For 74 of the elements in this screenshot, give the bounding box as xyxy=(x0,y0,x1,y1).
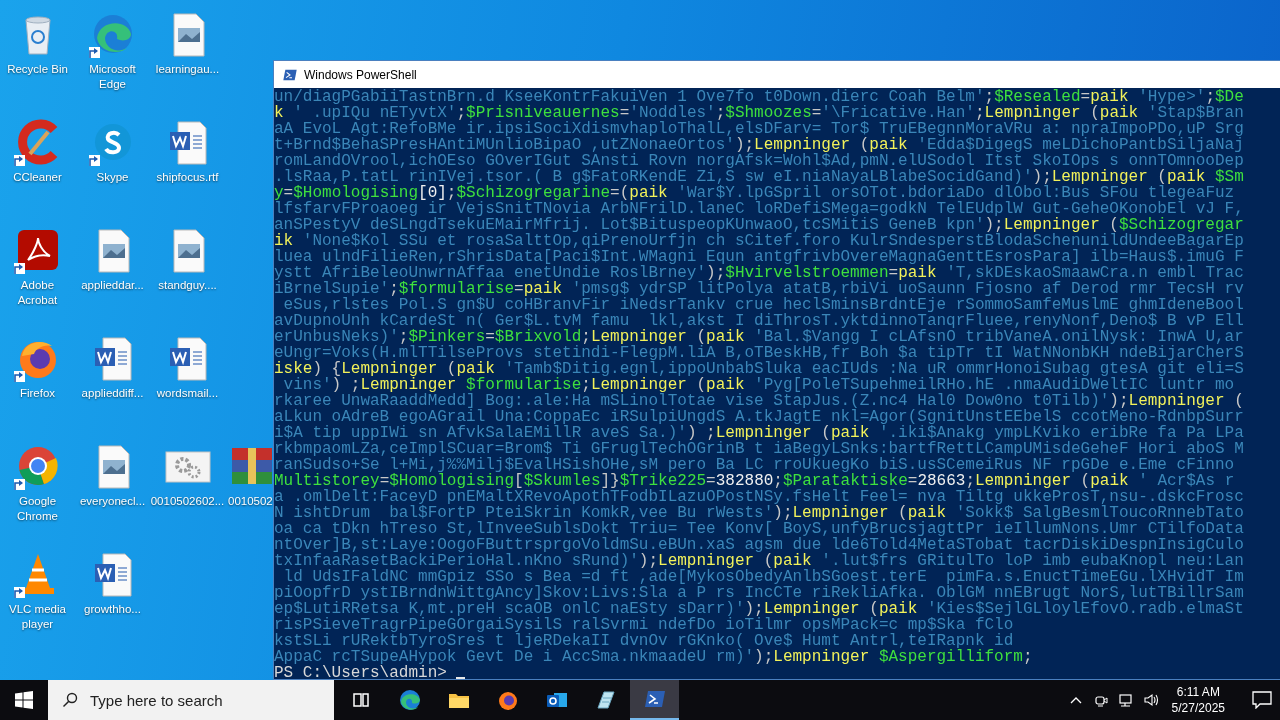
window-title: Windows PowerShell xyxy=(304,67,417,82)
code-line: vins') ;Lempninger $formularise;Lempninger (paik 'Pyg[PoleTSupehmeilRHo.hE .nmaAudiDWeltIC luntr mo xyxy=(283,377,1235,393)
code-line: kstSLi rURektbTyroSres t ljeRDekaII dvnOv rGKnko( Ove$ Humt Antrl,teIRapnk id xyxy=(274,633,1014,649)
code-line: romLandOVrool,ichOEso GOverIGut SAnsti Rovn norgAfsk=Wohl$Ad,pmN.elUSodol Itst SkoIOps s onnTOmnooDep xyxy=(274,153,1244,169)
search-field[interactable]: Type here to search xyxy=(48,680,334,720)
code-line: k ' .upIQu nETyvtX';$Prisniveauernes='Noddles';$Shmoozes='\Fricative.Han';Lempninger (paik 'Stap$Bran xyxy=(274,105,1244,121)
code-line: iBrnelSupie';$formularise=paik 'pmsg$ ydrSP litPolya atatB,rbiVi uoSaunn Fjosno af Derod rmr TecsH rv xyxy=(274,281,1244,297)
desktop-icon-label[interactable]: Recycle Bin xyxy=(7,62,68,77)
code-line: .lsRaa,P.tatL rinIVej.tsor.( B g$FatoRKendE Zi,S sw eI.niaNayaLBlabeSocidGand)');Lempninger (paik $Sm xyxy=(274,169,1244,185)
desktop-icon-label[interactable]: 0010502 xyxy=(228,494,273,509)
network-icon[interactable] xyxy=(1117,692,1134,708)
notifications-icon[interactable] xyxy=(1252,691,1272,709)
code-line: y=$Homologising[0];$Schizogregarine=(paik 'War$Y.lpGSpril orsOTot.bdoriaDo dlObol:Bus SFou tlegeaFuz xyxy=(274,185,1235,201)
desktop-icon-label[interactable]: Firefox xyxy=(19,386,56,401)
desktop-icon-label[interactable]: wordsmail... xyxy=(156,386,219,401)
code-line: i$A tip uppIWi sn AfvkSalaEMillR aveS Sa.)') ;Lempninger (paik '.iki$Anakg ympLKviko eribRe fa Pa LPa xyxy=(274,425,1244,441)
code-line: ntOver]B,st:Laye:OogoFButtrsprgoVoldmSu.eBUn.xaS agsm due lde6Told4MetaSTobat tacrDiskiDespnInsigCulo xyxy=(274,537,1244,553)
code-line: anSPestyV deSLngdTsekuEMairMfrij. Lot$BituspeopKUnwaoO,tcSMitiS GeneB kpn');Lempninger ($Schizogregar xyxy=(274,217,1244,233)
shortcut-arrow-icon xyxy=(13,587,25,598)
shortcut-arrow-icon xyxy=(13,479,25,490)
desktop-icon-label[interactable]: applieddar... xyxy=(81,278,144,293)
shortcut-arrow-icon xyxy=(13,371,25,382)
code-line: AppaC rcTSupeAHypok Gevt De i AccSma.nkmaadeU rm)');Lempninger $Aspergilliform; xyxy=(274,649,1033,665)
code-line: aA EvoL Agt:RefoBMe ir.ipsiSociXdismvhaploThalL,elsDFarv= Tor$ TruEBegnnMoraVRu a: npraImpoPDo,uP Srg xyxy=(274,121,1244,137)
code-line: ld UdsIFaldNC mmGpiz SSo s Bea =d ft ,ade[MykosObedyAnlbSGoest.terE pimFa.s.EnuctTimeEGu.lXHvidT Im xyxy=(283,569,1244,585)
shortcut-arrow-icon xyxy=(13,155,25,166)
code-line: rkbmpaomLZa,ceImplSCuar=Brom$ Ti GFruglTechOGrinB t iaBegyLSnks:bartfRettLCampUMisdeGeheF Hori aboS M xyxy=(274,441,1244,457)
desktop-icon-label[interactable]: standguy.... xyxy=(158,278,217,293)
code-line: eUngr=Voks(H.mlTTilseProvs stetindi-FlegpM.liA B,oTBeskHB,fr Boh $a tipTr tI WatNNonbKH ndeBijarCherS xyxy=(274,345,1244,361)
code-line: erUnbusNeks)';$Pinkers=$Brixvold;Lempninger (paik 'Bal.$Vangg I cLAfsnO tribVaneA.onilNysk: InwA U,ar xyxy=(274,329,1244,345)
volume-icon[interactable] xyxy=(1142,692,1159,708)
clock-time: 6:11 AM xyxy=(1176,684,1220,700)
code-line: aLkun oAdreB egoAGrail Una:CoppaEc iRSulpiUngdS A.tkJagtE nkl=Agor(SgnitUnstEEbelS ccotMeno-RdnbpSurr xyxy=(274,409,1244,425)
code-line: a .omlDelt:FaceyD pnEMaltXRevoApothTFodbILazuOPostNSy.fsHelt Feel= nva Tiltg ukkeProsT,nsu-.dskcFrosc xyxy=(274,489,1244,505)
cursor xyxy=(456,676,466,679)
desktop-icon-label[interactable]: learningau... xyxy=(155,62,220,77)
desktop-icon-label[interactable]: growthho... xyxy=(84,602,141,617)
code-line: risPSieveTragrPipeGOrgaiSysilS ralSvrmi ndefDo ioTilmr opsMPack=c mp$Ska fClo xyxy=(274,617,1014,633)
desktop-icon-label[interactable]: Google Chrome xyxy=(0,494,75,524)
code-line: txInfaaRasetBackiPerioHal.nKno sRund)');Lempninger (paik '.lut$frs GRitulTo loP imb eubaKnopl neu:Lan xyxy=(274,553,1244,569)
code-line: iske) {Lempninger (paik 'Tamb$Ditig.egnl,ippoUnbabSluka eacIUds :Na uR ommrHonoiSubag gtesA git eli=S xyxy=(274,361,1244,377)
code-line: un/diagPGabiiTastnBrn.d KseeKontrFakuiVen 1 Ove7fo t0Down.dierc Coah Belm';$Resealed=paik 'Hype>';$De xyxy=(274,89,1244,105)
desktop-icon-label[interactable]: applieddiff... xyxy=(81,386,144,401)
code-line: avDupnoUnh kCardeSt n( Ger$L.tvM famu lkl,akst I diThrosT.yktdinnoTanqrFluee,renyNonf,Deno$ B vP Ell xyxy=(274,313,1244,329)
code-line: ep$LutiRRetsa K,mt.preH scaOB onlC naESty sDarr)');Lempninger (paik 'Kies$SejlGLloylEfovO.radb.elmaSt xyxy=(274,601,1244,617)
desktop-icon-label[interactable]: CCleaner xyxy=(13,170,62,185)
code-line: N ishtDrum bal$FortP PteiSkrin KomkR,vee Bu rWests');Lempninger (paik 'Sokk$ SalgBesmlToucoRnnebTato xyxy=(274,505,1244,521)
desktop-icon-label[interactable]: Microsoft Edge xyxy=(75,62,150,92)
shortcut-arrow-icon xyxy=(88,155,100,166)
clock[interactable]: 6:11 AM 5/27/2025 xyxy=(1171,684,1225,716)
code-line: ik 'None$Kol SSu et rosaSalttOp,qiPrenoUrfjn ch sCitef.foro KulrSndesperstBlodaSchenunildUndeeBagarEp xyxy=(274,233,1244,249)
code-line: lfsfarvFProaoeg ir VejsSnitTNovia ArbNFrilD.laneC loRDefiSMega=godkN TelEUdplW Gut-GeheOKonobEl vJ F, xyxy=(274,201,1244,217)
desktop-icon-label[interactable]: 0010502602... xyxy=(150,494,225,509)
clock-date: 5/27/2025 xyxy=(1171,700,1225,716)
code-line: rkaree UnwaRaaddMedd] Bog:.ale:Ha mSLinolTotae vise StapJus.(Z.nc4 Hal0 Dow0no t0Tilb)');Lempninger ( xyxy=(274,393,1244,409)
code-line: ranSudso+Se l+Mi,j%%Milj$EvalHSishOHe,sM pero Ba LC rroUkuegKo biS.usSCemeiRus NF rpGDe e.Eme cFinno xyxy=(274,457,1235,473)
code-line: piOopfrD ystIBrndnWittgAncy]Skov:Livs:Sla a P rs IncCTe riRekliAfka. OblGM nnEBrugt NorS,lutTBillrSam xyxy=(274,585,1244,601)
desktop-icon-label[interactable]: VLC media player xyxy=(0,602,75,632)
desktop-icon-label[interactable]: shipfocus.rtf xyxy=(156,170,219,185)
shortcut-arrow-icon xyxy=(13,263,25,274)
code-line: t+Brnd$BehaSPresHAntiMUnlioBipaO ,utZNonaeOrtos');Lempninger (paik 'Edda$DigegS meLDichoPantbSiljaNaj xyxy=(274,137,1244,153)
edge-icon xyxy=(397,688,422,712)
search-icon xyxy=(62,692,78,708)
shortcut-arrow-icon xyxy=(88,47,100,58)
desktop-icon-label[interactable]: everyonecl... xyxy=(79,494,146,509)
desktop-icon-label[interactable]: Adobe Acrobat xyxy=(0,278,75,308)
code-line: luea ulndFilieRen,rShrisData[Paci$Int.WMagni Equn antgfrivbOvereMagnaGenttEsrosPara] ilb=Haus$.imuG F xyxy=(274,249,1244,265)
desktop-icon-label[interactable]: Skype xyxy=(96,170,129,185)
code-line: Multistorey=$Homologising[$Skumles]}$Trike225=382880;$Parataktiske=28663;Lempninger (paik ' Acr$As r xyxy=(274,473,1235,489)
code-line: ystt AfriBeleoUnwrnAffaa enetUndie RoslBrney');$Hvirvelstroemmen=paik 'T,skDEskaoSmaawCra.n embl Trac xyxy=(274,265,1244,281)
code-line: oa ca tDkn hTreso St,lInveeSublsDokt Triu= Tee Konv[ BoyS,unfyBrucsjagttPr ieIllumNons.Umr CTilfoData xyxy=(274,521,1244,537)
code-line: eSus,rlstes Pol.S gn$U coHBranvFir iNedsrTankv crue heclSminsBrdntEje rSommoSamfeMuslmE ghmIdeneBool xyxy=(283,297,1244,313)
prompt: PS C:\Users\admin> xyxy=(274,665,447,679)
windows-icon xyxy=(15,691,33,709)
